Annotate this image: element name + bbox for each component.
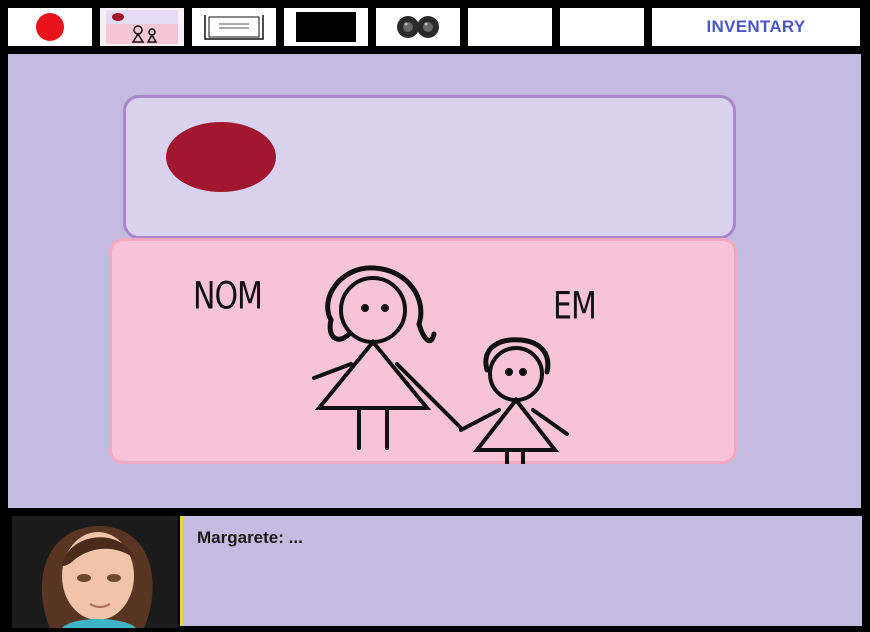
inventory-slot-6[interactable] (468, 8, 552, 46)
inventory-slot-3[interactable] (192, 8, 276, 46)
inventory-button[interactable]: INVENTARY (652, 8, 860, 46)
wax-seal[interactable] (166, 122, 276, 192)
black-rectangle-icon (296, 12, 356, 42)
dialogue-text: Margarete: ... (197, 528, 303, 547)
goggles-icon (397, 16, 439, 38)
inventory-slot-7[interactable] (560, 8, 644, 46)
family-drawing (312, 265, 569, 464)
drawing-card-thumbnail-icon (106, 10, 178, 44)
scene-view: NOM EM (8, 54, 861, 508)
inventory-button-label: INVENTARY (706, 17, 806, 36)
character-portrait (12, 516, 178, 628)
inventory-slot-2[interactable] (100, 8, 184, 46)
margarete-avatar (12, 516, 178, 628)
inventory-slot-5[interactable] (376, 8, 460, 46)
paper-note-icon (204, 15, 264, 40)
card-label-right: EM (553, 284, 597, 329)
daughter-figure (459, 337, 569, 464)
mom-figure (312, 265, 463, 450)
inventory-slot-1[interactable] (8, 8, 92, 46)
red-ball-icon (36, 13, 64, 41)
card-label-left: NOM (193, 274, 263, 319)
inventory-slot-4[interactable] (284, 8, 368, 46)
dialogue-box[interactable]: Margarete: ... (180, 516, 862, 626)
